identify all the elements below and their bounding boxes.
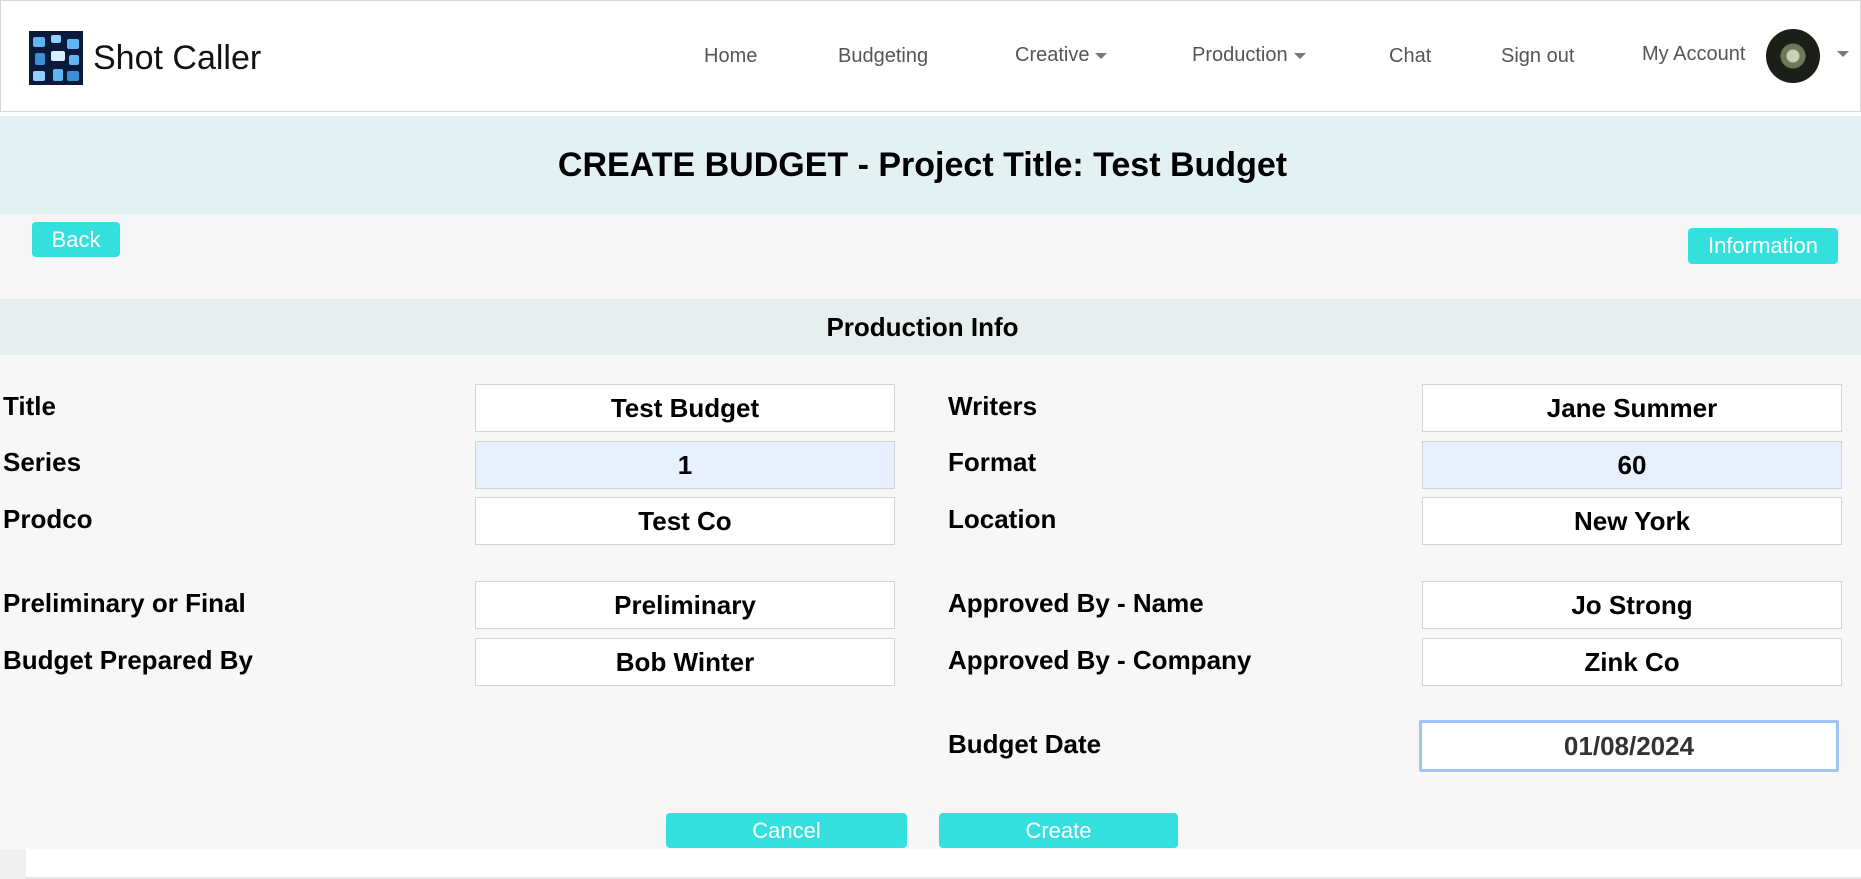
chevron-down-icon xyxy=(1293,52,1306,59)
cancel-button[interactable]: Cancel xyxy=(666,813,907,848)
back-button[interactable]: Back xyxy=(32,222,120,257)
approved-by-company-field[interactable]: Zink Co xyxy=(1422,638,1842,686)
brand-name[interactable]: Shot Caller xyxy=(93,39,261,78)
prodco-label: Prodco xyxy=(3,504,93,534)
title-label: Title xyxy=(3,391,56,421)
approved-by-name-label: Approved By - Name xyxy=(948,588,1204,618)
nav-production-label: Production xyxy=(1192,44,1288,66)
location-field[interactable]: New York xyxy=(1422,497,1842,545)
format-label: Format xyxy=(948,447,1037,477)
budget-date-field[interactable]: 01/08/2024 xyxy=(1419,720,1839,772)
preliminary-or-final-field[interactable]: Preliminary xyxy=(475,581,895,629)
nav-creative-label: Creative xyxy=(1015,44,1090,66)
shot-caller-logo-icon xyxy=(29,31,83,85)
format-field[interactable]: 60 xyxy=(1422,441,1842,489)
chevron-down-icon xyxy=(1095,52,1108,59)
series-label: Series xyxy=(3,447,82,477)
writers-label: Writers xyxy=(948,391,1038,421)
budget-prepared-by-label: Budget Prepared By xyxy=(3,645,253,675)
prodco-field[interactable]: Test Co xyxy=(475,497,895,545)
nav-chat[interactable]: Chat xyxy=(1389,45,1431,68)
budget-prepared-by-field[interactable]: Bob Winter xyxy=(475,638,895,686)
approved-by-name-field[interactable]: Jo Strong xyxy=(1422,581,1842,629)
section-title: Production Info xyxy=(826,312,1019,342)
nav-creative[interactable]: Creative xyxy=(1015,44,1108,67)
chevron-down-icon[interactable] xyxy=(1837,51,1849,57)
location-label: Location xyxy=(948,504,1057,534)
information-button[interactable]: Information xyxy=(1688,228,1838,264)
nav-home[interactable]: Home xyxy=(704,45,757,68)
top-navbar: Shot Caller Home Budgeting Creative Prod… xyxy=(0,0,1861,112)
title-field[interactable]: Test Budget xyxy=(475,384,895,432)
writers-field[interactable]: Jane Summer xyxy=(1422,384,1842,432)
nav-budgeting[interactable]: Budgeting xyxy=(838,45,928,68)
avatar[interactable] xyxy=(1766,29,1820,83)
preliminary-or-final-label: Preliminary or Final xyxy=(3,588,246,618)
approved-by-company-label: Approved By - Company xyxy=(948,645,1252,675)
footer-strip xyxy=(0,849,1861,879)
nav-my-account[interactable]: My Account xyxy=(1642,43,1745,66)
create-button[interactable]: Create xyxy=(939,813,1178,848)
brand[interactable]: Shot Caller xyxy=(29,31,261,85)
series-field[interactable]: 1 xyxy=(475,441,895,489)
budget-date-label: Budget Date xyxy=(948,729,1102,759)
nav-production[interactable]: Production xyxy=(1192,44,1306,67)
nav-sign-out[interactable]: Sign out xyxy=(1501,45,1574,68)
page-title: CREATE BUDGET - Project Title: Test Budg… xyxy=(557,146,1288,184)
